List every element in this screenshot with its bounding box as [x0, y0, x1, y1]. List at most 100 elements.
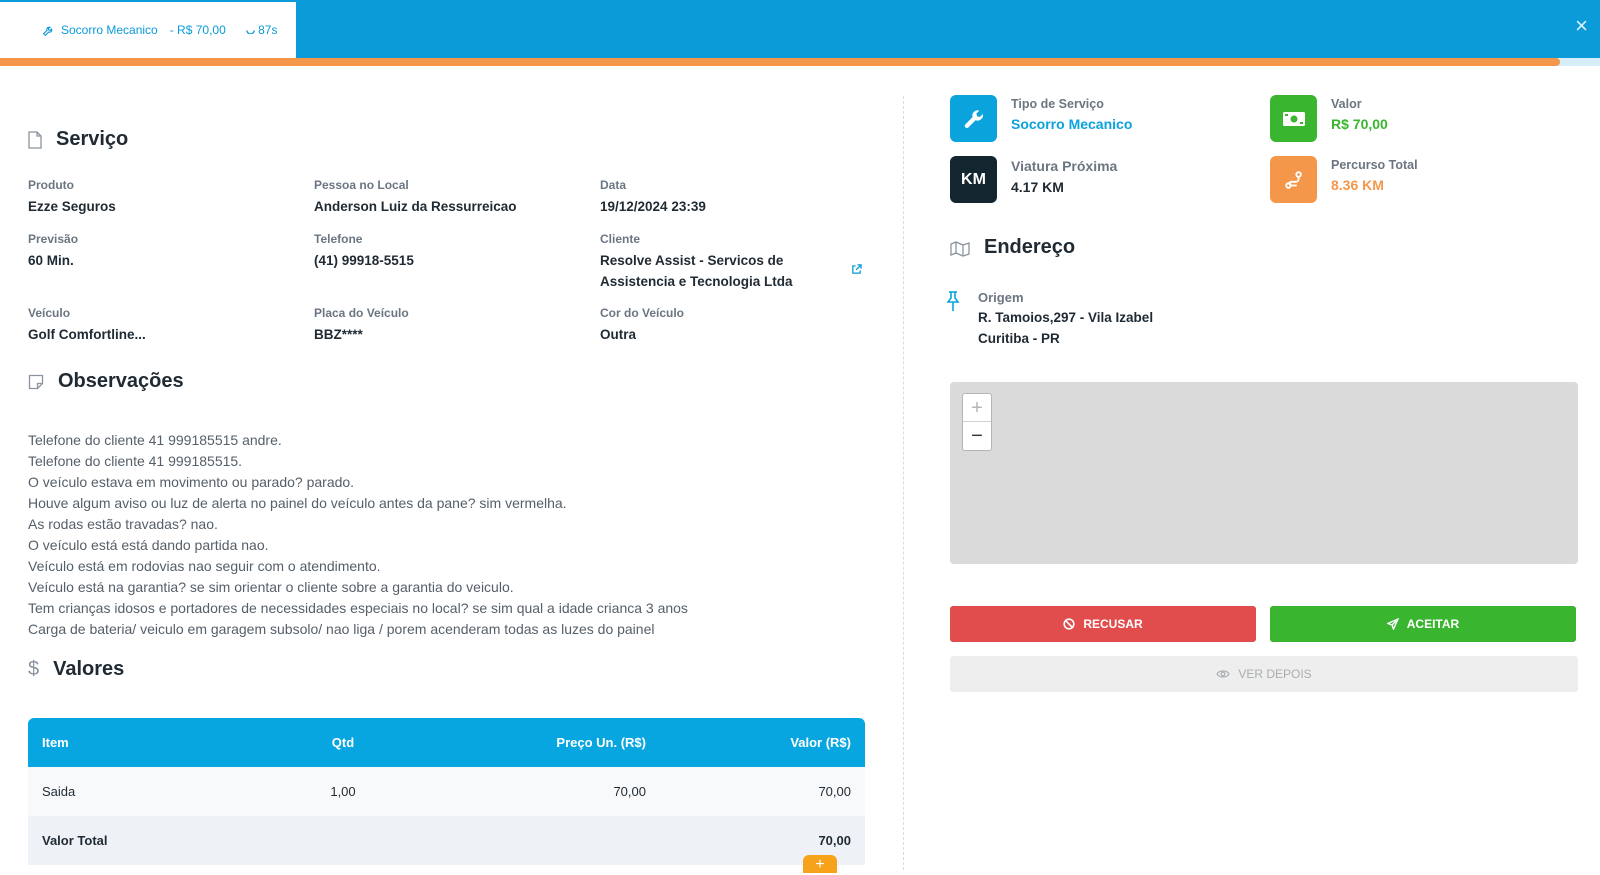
spinner-icon [245, 30, 255, 35]
origem-label: Origem [978, 290, 1024, 305]
obs-line: Telefone do cliente 41 999185515 andre. [28, 432, 282, 448]
observacoes-heading: Observações [28, 370, 184, 393]
refuse-label: RECUSAR [1083, 617, 1143, 631]
see-later-button[interactable]: VER DEPOIS [950, 656, 1578, 692]
route-icon [1284, 170, 1302, 189]
endereco-heading: Endereço [950, 236, 1075, 259]
top-bar: Socorro Mecanico - R$ 70,00 87s × [0, 0, 1600, 58]
field-data: Data 19/12/2024 23:39 [600, 178, 706, 217]
card-percurso: Percurso Total 8.36 KM [1270, 156, 1418, 203]
see-later-label: VER DEPOIS [1238, 667, 1312, 681]
origem-line2: Curitiba - PR [978, 331, 1060, 346]
cor-value: Outra [600, 327, 637, 342]
col-preco: Preço Un. (R$) [418, 718, 660, 767]
col-valor: Valor (R$) [660, 718, 865, 767]
cor-label: Cor do Veículo [600, 306, 685, 320]
zoom-control: + − [962, 393, 992, 451]
ban-icon [1063, 618, 1075, 630]
field-veiculo: Veículo Golf Comfortline... [28, 306, 146, 345]
field-placa: Placa do Veículo BBZ**** [314, 306, 409, 345]
valor-label: Valor [1331, 97, 1362, 111]
card-viatura: KM Viatura Próxima 4.17 KM [950, 156, 1117, 203]
money-icon [1282, 111, 1305, 126]
valor-value: R$ 70,00 [1331, 116, 1388, 132]
document-icon [28, 130, 42, 149]
percurso-icon-box [1270, 156, 1317, 203]
tipo-label: Tipo de Serviço [1011, 97, 1104, 111]
field-cliente: Cliente Resolve Assist - Servicos de Ass… [600, 232, 862, 292]
total-empty [268, 816, 418, 865]
produto-value: Ezze Seguros [28, 199, 116, 214]
obs-line: As rodas estão travadas? nao. [28, 516, 218, 532]
countdown-progress [0, 58, 1600, 66]
valor-icon-box [1270, 95, 1317, 142]
table-row: Saida 1,00 70,00 70,00 [28, 767, 865, 816]
external-link-icon[interactable] [851, 264, 862, 275]
placa-value: BBZ**** [314, 327, 363, 342]
tab-service-name: Socorro Mecanico [61, 23, 158, 37]
card-valor: Valor R$ 70,00 [1270, 95, 1388, 142]
total-row: Valor Total 70,00 [28, 816, 865, 865]
obs-line: Veículo está em rodovias nao seguir com … [28, 558, 381, 574]
accept-label: ACEITAR [1406, 617, 1460, 631]
origem-block: Origem R. Tamoios,297 - Vila Izabel Curi… [978, 288, 1153, 349]
viatura-label: Viatura Próxima [1011, 158, 1118, 174]
refuse-button[interactable]: RECUSAR [950, 606, 1256, 642]
valores-header-row: Item Qtd Preço Un. (R$) Valor (R$) [28, 718, 865, 767]
tab-price: - R$ 70,00 [169, 23, 226, 37]
previsao-label: Previsão [28, 232, 79, 246]
tipo-icon-box [950, 95, 997, 142]
obs-line: Telefone do cliente 41 999185515. [28, 453, 243, 469]
cliente-value-line2: Assistencia e Tecnologia Ltda [600, 274, 793, 289]
map-icon [950, 240, 970, 257]
veiculo-label: Veículo [28, 306, 71, 320]
valores-table: Item Qtd Preço Un. (R$) Valor (R$) Saida… [28, 718, 865, 865]
obs-line: O veículo está está dando partida nao. [28, 537, 269, 553]
origem-pin-icon [944, 290, 962, 317]
telefone-label: Telefone [314, 232, 363, 246]
col-qtd: Qtd [268, 718, 418, 767]
km-badge-text: KM [961, 170, 986, 188]
wrench-icon [42, 26, 53, 36]
viatura-value: 4.17 KM [1011, 179, 1064, 195]
produto-label: Produto [28, 178, 74, 192]
tipo-value: Socorro Mecanico [1011, 116, 1133, 132]
pessoa-value: Anderson Luiz da Ressurreicao [314, 199, 517, 214]
endereco-title: Endereço [984, 236, 1076, 258]
cell-qtd: 1,00 [268, 767, 418, 816]
servico-title: Serviço [56, 128, 129, 150]
service-tab[interactable]: Socorro Mecanico - R$ 70,00 87s [0, 2, 296, 58]
col-item: Item [28, 718, 268, 767]
card-tipo-servico: Tipo de Serviço Socorro Mecanico [950, 95, 1132, 142]
zoom-out-button[interactable]: − [963, 422, 991, 450]
column-divider [903, 96, 904, 870]
add-item-button[interactable]: + [803, 855, 837, 873]
close-button[interactable]: × [1575, 14, 1588, 38]
map-view[interactable]: + − [950, 382, 1578, 564]
percurso-label: Percurso Total [1331, 158, 1418, 172]
obs-line: O veículo estava em movimento ou parado?… [28, 474, 355, 490]
observacoes-title: Observações [58, 370, 184, 392]
telefone-value: (41) 99918-5515 [314, 253, 414, 268]
veiculo-value: Golf Comfortline... [28, 327, 146, 342]
valores-heading: $ Valores [28, 658, 124, 681]
km-icon: KM [950, 156, 997, 203]
field-cor: Cor do Veículo Outra [600, 306, 684, 345]
timer-value: 87s [258, 23, 278, 37]
cell-valor: 70,00 [660, 767, 865, 816]
obs-line: Tem crianças idosos e portadores de nece… [28, 600, 688, 616]
obs-line: Veículo está na garantia? se sim orienta… [28, 579, 514, 595]
send-icon [1386, 618, 1399, 630]
field-previsao: Previsão 60 Min. [28, 232, 78, 271]
accept-button[interactable]: ACEITAR [1270, 606, 1576, 642]
data-value: 19/12/2024 23:39 [600, 199, 706, 214]
total-empty [418, 816, 660, 865]
origem-line1: R. Tamoios,297 - Vila Izabel [978, 310, 1154, 325]
cell-item: Saida [28, 767, 268, 816]
pessoa-label: Pessoa no Local [314, 178, 409, 192]
zoom-in-button[interactable]: + [963, 394, 991, 422]
total-label: Valor Total [28, 816, 268, 865]
previsao-value: 60 Min. [28, 253, 74, 268]
right-column: Tipo de Serviço Socorro Mecanico Valor R… [946, 66, 1578, 870]
eye-icon [1216, 670, 1230, 678]
